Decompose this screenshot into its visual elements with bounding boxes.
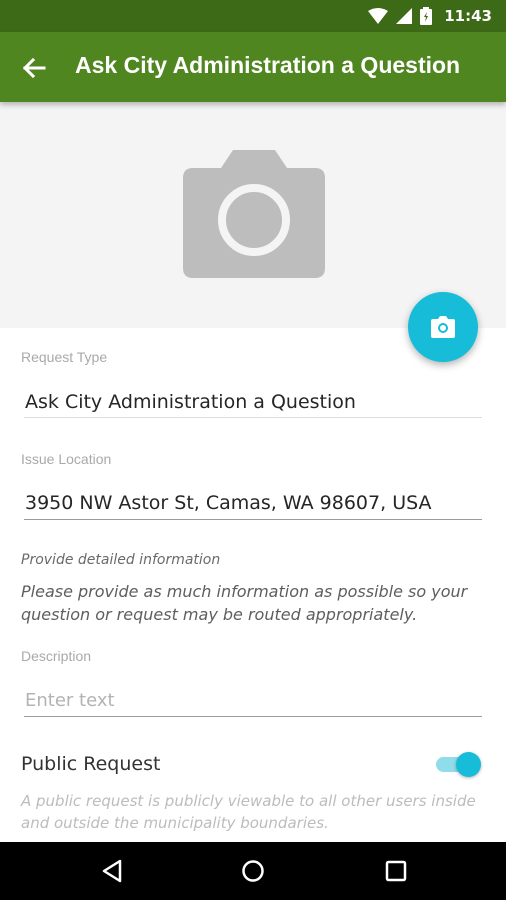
public-request-note: A public request is publicly viewable to… — [21, 792, 476, 832]
details-text: Please provide as much information as po… — [21, 582, 468, 624]
battery-icon — [420, 7, 433, 25]
add-photo-button[interactable] — [408, 292, 478, 362]
camera-icon — [431, 316, 455, 338]
page-title: Ask City Administration a Question — [75, 52, 461, 78]
wifi-icon — [368, 8, 389, 24]
signal-icon — [396, 8, 413, 24]
app-bar: Ask City Administration a Question — [0, 32, 506, 102]
description-label: Description — [21, 648, 92, 664]
home-circle-icon[interactable] — [241, 859, 265, 883]
request-type-label: Request Type — [21, 349, 108, 365]
status-time: 11:43 — [444, 7, 492, 25]
status-icons: 11:43 — [368, 6, 492, 26]
toggle-thumb — [456, 752, 481, 777]
status-bar: 11:43 — [0, 0, 506, 32]
public-request-toggle[interactable] — [434, 750, 484, 778]
request-type-field[interactable]: Ask City Administration a Question — [25, 391, 356, 413]
public-request-label: Public Request — [21, 753, 161, 775]
camera-icon — [183, 150, 325, 278]
arrow-left-icon[interactable] — [20, 54, 48, 82]
details-label: Provide detailed information — [21, 552, 221, 568]
issue-location-underline — [24, 519, 482, 520]
issue-location-field[interactable]: 3950 NW Astor St, Camas, WA 98607, USA — [25, 492, 432, 514]
back-triangle-icon[interactable] — [100, 859, 124, 883]
request-type-underline — [24, 417, 482, 418]
recents-square-icon[interactable] — [384, 859, 408, 883]
description-input[interactable]: Enter text — [25, 690, 115, 711]
system-nav-bar — [0, 842, 506, 900]
description-underline — [24, 716, 482, 717]
issue-location-label: Issue Location — [21, 451, 112, 467]
